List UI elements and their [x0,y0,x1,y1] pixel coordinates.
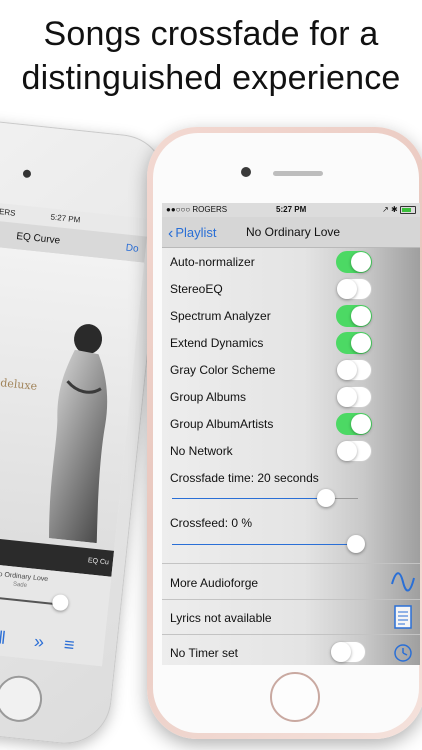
setting-toggle[interactable] [336,332,372,354]
setting-row[interactable]: Gray Color Scheme [162,357,420,383]
album-figure-icon [49,324,108,544]
setting-row[interactable]: Group AlbumArtists [162,411,420,437]
navigation-bar: ‹ Playlist No Ordinary Love [162,217,420,248]
forward-icon[interactable]: » [33,631,45,653]
back-time: 5:27 PM [50,212,81,225]
setting-row[interactable]: Spectrum Analyzer [162,303,420,329]
setting-row[interactable]: Auto-normalizer [162,249,420,275]
crossfade-thumb[interactable] [317,489,335,507]
setting-toggle[interactable] [336,305,372,327]
crossfeed-thumb[interactable] [347,535,365,553]
toggle-knob [337,441,357,461]
front-camera [241,167,251,177]
toggle-knob [337,360,357,380]
back-carrier: ROGERS [0,205,16,218]
album-caption: de love deluxe [0,372,38,393]
setting-label: No Network [170,444,233,458]
timer-label: No Timer set [170,646,239,660]
back-progress-slider[interactable] [0,590,59,606]
lyrics-label: Lyrics not available [170,611,272,625]
timer-icon[interactable] [390,638,416,665]
setting-label: Gray Color Scheme [170,363,276,377]
toggle-knob [351,414,371,434]
carrier-label: ●●○○○ ROGERS [166,205,228,214]
setting-toggle[interactable] [336,413,372,435]
setting-toggle[interactable] [336,359,372,381]
setting-toggle[interactable] [336,386,372,408]
lyrics-row[interactable]: Lyrics not available [162,600,420,634]
setting-row[interactable]: Extend Dynamics [162,330,420,356]
crossfade-slider[interactable] [172,489,358,507]
back-phone: ROGERS 5:27 PM EQ Curve Do de love delux… [0,108,171,749]
back-home-button [0,673,45,725]
back-phone-camera [22,169,32,179]
crossfeed-slider[interactable] [172,535,365,553]
back-phone-screen: ROGERS 5:27 PM EQ Curve Do de love delux… [0,200,149,667]
back-player-controls: No Ordinary Love Sade mp ∼ « ‖ » ≡ [0,559,112,667]
status-icons: ↗ ✱ [382,205,398,214]
headline: Songs crossfade for a distinguished expe… [0,12,422,100]
playlist-back-button[interactable]: ‹ Playlist [168,224,217,242]
playlist-back-label: Playlist [175,225,217,240]
front-speaker [273,171,323,176]
setting-row[interactable]: StereoEQ [162,276,420,302]
timer-row[interactable]: No Timer set [162,635,420,665]
wave-icon[interactable] [390,568,416,596]
battery-icon [400,205,416,214]
setting-label: Auto-normalizer [170,255,255,269]
more-audioforge-label: More Audioforge [170,576,259,590]
setting-label: Group Albums [170,390,247,404]
headline-line-1: Songs crossfade for a [43,15,379,53]
crossfeed-fill [172,544,356,545]
toggle-knob [351,333,371,353]
headline-line-2: distinguished experience [21,59,401,97]
home-button[interactable] [270,672,320,722]
chevron-left-icon: ‹ [168,225,174,242]
more-audioforge-row[interactable]: More Audioforge [162,565,420,599]
toggle-knob [351,306,371,326]
setting-toggle[interactable] [336,278,372,300]
back-transport: ∼ « ‖ » ≡ [0,617,105,665]
setting-label: Group AlbumArtists [170,417,274,431]
lyrics-sheet-icon[interactable] [390,603,416,631]
pause-icon[interactable]: ‖ [0,627,7,649]
setting-row[interactable]: Group Albums [162,384,420,410]
setting-label: Spectrum Analyzer [170,309,271,323]
front-screen: ●●○○○ ROGERS 5:27 PM ↗ ✱ ‹ Playlist No Or… [162,203,420,665]
crossfade-label: Crossfade time: 20 seconds [170,471,319,485]
status-right: ↗ ✱ [382,205,416,214]
album-art: de love deluxe [0,244,145,551]
toggle-knob [337,387,357,407]
timer-toggle[interactable] [330,641,366,663]
crossfeed-label: Crossfeed: 0 % [170,516,253,530]
setting-toggle[interactable] [336,251,372,273]
divider [162,563,420,564]
toggle-knob [351,252,371,272]
status-time: 5:27 PM [276,205,307,214]
toggle-knob [331,642,351,662]
back-nav-title: EQ Curve [15,231,61,247]
setting-toggle[interactable] [336,440,372,462]
toggle-knob [337,279,357,299]
setting-label: StereoEQ [170,282,223,296]
crossfade-fill [172,498,326,499]
back-slider-knob-right[interactable] [51,593,70,612]
status-bar: ●●○○○ ROGERS 5:27 PM ↗ ✱ [162,203,420,217]
setting-row[interactable]: No Network [162,438,420,464]
page-title: No Ordinary Love [246,225,341,239]
equalizer-icon[interactable]: ≡ [63,634,76,656]
back-done-button[interactable]: Do [125,243,139,255]
setting-label: Extend Dynamics [170,336,264,350]
back-eq-label: EQ Cu [87,557,110,567]
